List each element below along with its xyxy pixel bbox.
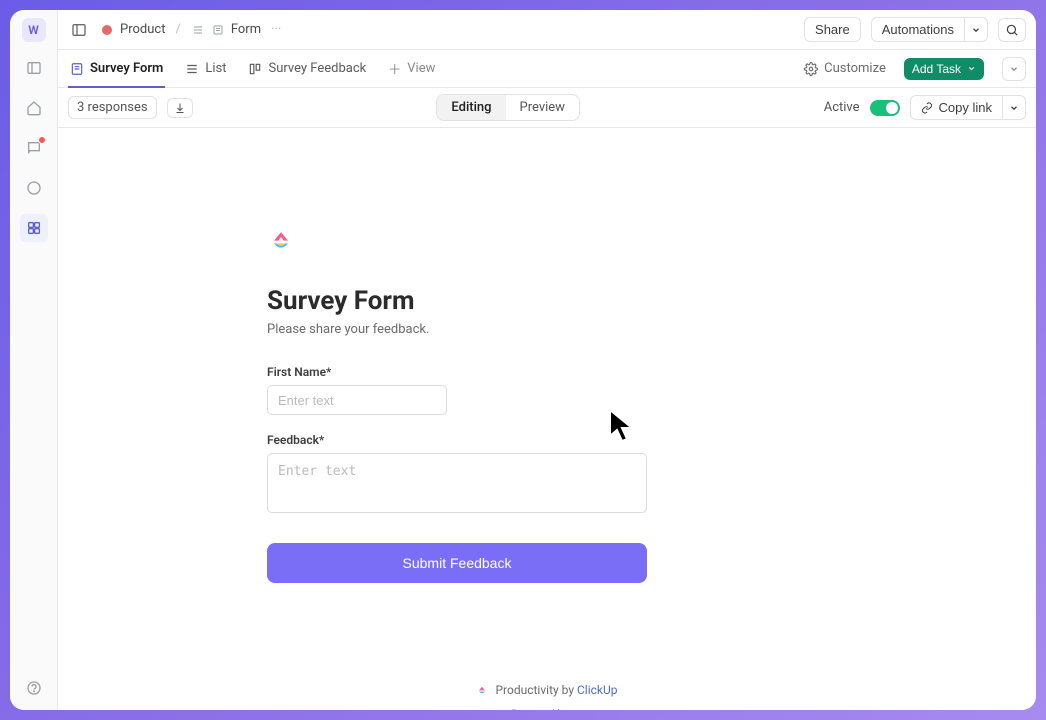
mode-segmented: Editing Preview — [436, 94, 580, 121]
form-controls-row: 3 responses Editing Preview Active Copy … — [58, 88, 1036, 128]
automations-caret-button[interactable] — [965, 17, 988, 42]
tab-survey-feedback[interactable]: Survey Feedback — [246, 50, 368, 87]
copy-link-button[interactable]: Copy link — [910, 95, 1003, 120]
top-bar: Product / Form ··· Share Automations — [58, 10, 1036, 50]
form-view-icon — [70, 62, 84, 76]
tab-label: Survey Feedback — [268, 61, 366, 76]
breadcrumb-page-label: Form — [231, 22, 261, 37]
active-label: Active — [824, 100, 860, 115]
form-glyph-icon — [211, 23, 225, 37]
list-glyph-icon — [191, 23, 205, 37]
add-task-button[interactable]: Add Task — [904, 58, 984, 80]
list-view-icon — [185, 62, 199, 76]
chevron-down-icon — [967, 64, 976, 73]
tab-label: List — [205, 61, 226, 76]
sidebar-toggle-icon[interactable] — [20, 54, 48, 82]
mode-editing[interactable]: Editing — [437, 95, 505, 120]
add-view-label: View — [407, 61, 435, 76]
view-tabs: Survey Form List Survey Feedback ＋ View — [58, 50, 1036, 88]
feedback-input[interactable] — [267, 453, 647, 513]
footer-logo-icon — [476, 685, 488, 697]
inbox-icon[interactable] — [20, 134, 48, 162]
inbox-badge — [38, 136, 46, 144]
panel-toggle-icon[interactable] — [68, 19, 90, 41]
add-view-button[interactable]: ＋ View — [386, 50, 437, 87]
breadcrumb-project-label: Product — [120, 22, 165, 37]
customize-label: Customize — [824, 61, 886, 76]
brand-logo — [267, 228, 647, 256]
mode-preview[interactable]: Preview — [506, 95, 579, 120]
breadcrumb-project[interactable]: Product — [100, 22, 165, 37]
search-button[interactable] — [998, 18, 1026, 42]
plus-icon: ＋ — [388, 59, 401, 78]
footer-prefix: Productivity by — [495, 683, 577, 697]
breadcrumb-more-icon[interactable]: ··· — [271, 22, 281, 37]
board-view-icon — [248, 62, 262, 76]
copy-link-caret[interactable] — [1003, 95, 1026, 120]
apps-icon[interactable] — [20, 214, 48, 242]
link-icon — [921, 102, 933, 114]
form-description[interactable]: Please share your feedback. — [267, 322, 647, 337]
first-name-input[interactable] — [267, 385, 447, 415]
copy-link-label: Copy link — [939, 100, 992, 115]
tab-label: Survey Form — [90, 61, 163, 76]
form-title[interactable]: Survey Form — [267, 286, 647, 316]
download-responses-button[interactable] — [167, 98, 193, 118]
add-task-label: Add Task — [912, 62, 961, 76]
tab-survey-form[interactable]: Survey Form — [68, 50, 165, 87]
first-name-label: First Name* — [267, 365, 647, 379]
breadcrumb-page[interactable]: Form — [191, 22, 261, 37]
tab-list[interactable]: List — [183, 50, 228, 87]
download-icon — [174, 102, 186, 114]
project-icon — [100, 23, 114, 37]
active-toggle[interactable] — [870, 100, 900, 116]
breadcrumb-sep: / — [175, 22, 180, 37]
share-button[interactable]: Share — [804, 17, 861, 42]
footer-brand-link[interactable]: ClickUp — [577, 683, 618, 697]
home-icon[interactable] — [20, 94, 48, 122]
docs-icon[interactable] — [20, 174, 48, 202]
submit-button[interactable]: Submit Feedback — [267, 543, 647, 583]
customize-button[interactable]: Customize — [804, 61, 886, 76]
form-canvas: Survey Form Please share your feedback. … — [58, 128, 1036, 710]
gear-icon — [804, 62, 818, 76]
report-abuse-link[interactable]: Report Abuse — [511, 707, 583, 710]
form-footer: Productivity by ClickUp Report Abuse — [476, 683, 617, 710]
help-icon[interactable] — [20, 674, 48, 702]
responses-count[interactable]: 3 responses — [68, 96, 157, 119]
left-nav-rail: W — [10, 10, 58, 710]
automations-button[interactable]: Automations — [871, 17, 965, 42]
feedback-label: Feedback* — [267, 433, 647, 447]
workspace-avatar[interactable]: W — [22, 18, 46, 42]
view-more-button[interactable] — [1002, 57, 1026, 81]
